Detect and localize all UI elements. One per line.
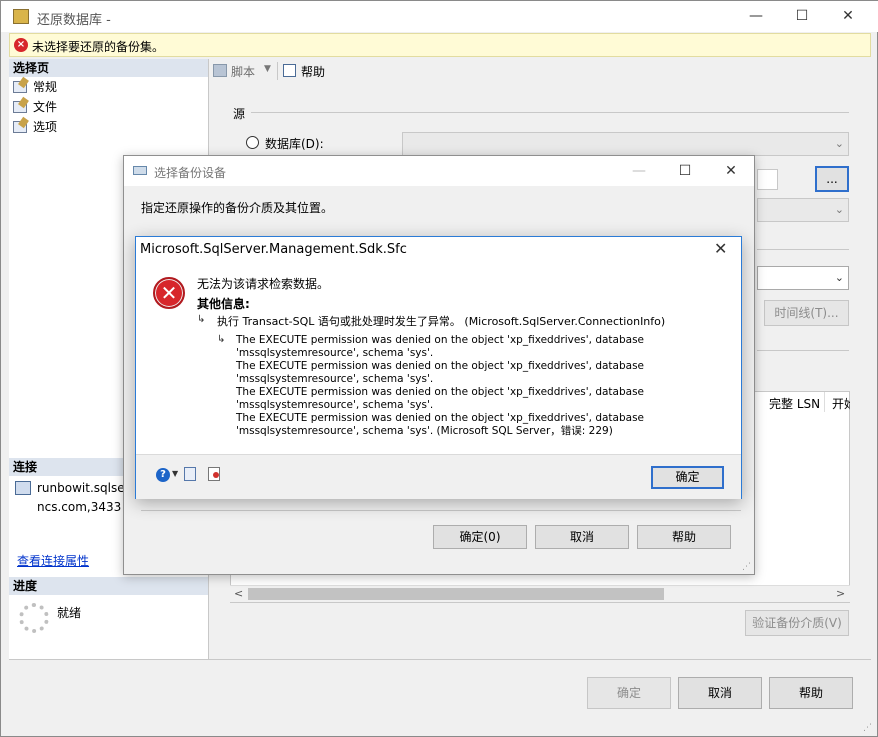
- progress-header: 进度: [9, 577, 208, 595]
- dialog-separator: [141, 510, 741, 511]
- maximize-icon[interactable]: ☐: [779, 1, 825, 32]
- scrollbar-thumb[interactable]: [248, 588, 664, 600]
- close-icon[interactable]: ✕: [714, 239, 727, 258]
- error-icon: ×: [14, 38, 28, 52]
- dialog-title: 选择备份设备: [154, 166, 227, 180]
- restore-plan-group-line: [757, 350, 849, 351]
- view-connection-properties-link[interactable]: 查看连接属性: [17, 552, 89, 569]
- error-icon: ✕: [153, 277, 185, 309]
- close-icon[interactable]: ✕: [708, 156, 754, 186]
- error-ok-button[interactable]: 确定: [651, 466, 724, 489]
- page-item-options[interactable]: 选项: [13, 117, 57, 137]
- source-group-line: [251, 112, 849, 113]
- close-icon[interactable]: ✕: [825, 1, 871, 32]
- verify-backup-media-button[interactable]: 验证备份介质(V): [745, 610, 849, 636]
- toolbar: 脚本 ▼ 帮助: [209, 59, 869, 83]
- main-ok-button[interactable]: 确定: [587, 677, 671, 709]
- maximize-icon[interactable]: ☐: [662, 156, 708, 186]
- page-item-files[interactable]: 文件: [13, 97, 57, 117]
- error-dialog: Microsoft.SqlServer.Management.Sdk.Sfc ✕…: [135, 236, 742, 499]
- page-label: 选项: [33, 120, 58, 134]
- error-detail: The EXECUTE permission was denied on the…: [236, 334, 645, 437]
- page-item-general[interactable]: 常规: [13, 77, 57, 97]
- scroll-right-icon[interactable]: >: [836, 587, 845, 600]
- page-icon: [13, 81, 27, 93]
- error-dialog-title: Microsoft.SqlServer.Management.Sdk.Sfc: [140, 242, 407, 257]
- chevron-down-icon: ⌄: [834, 137, 844, 150]
- more-info-label: 其他信息:: [197, 297, 250, 311]
- database-radio-label: 数据库(D):: [265, 137, 324, 151]
- progress-status: 就绪: [57, 606, 82, 620]
- error-dialog-footer: ? ▼ 确定: [136, 454, 741, 499]
- database-target-combo[interactable]: ⌄: [757, 198, 849, 222]
- device-field[interactable]: [757, 169, 778, 190]
- resize-grip-icon[interactable]: ⋰: [863, 723, 872, 733]
- server-icon: [15, 481, 31, 495]
- horizontal-scrollbar[interactable]: < >: [230, 585, 850, 602]
- browse-button[interactable]: ...: [815, 166, 849, 192]
- page-icon: [13, 101, 27, 113]
- grid-header-full-lsn: 完整 LSN: [769, 397, 821, 411]
- grid-column-divider: [824, 392, 825, 412]
- database-radio[interactable]: [246, 136, 259, 149]
- warning-text: 未选择要还原的备份集。: [32, 40, 165, 54]
- toolbar-help-button[interactable]: 帮助: [301, 63, 325, 80]
- grid-header-start: 开始: [832, 397, 850, 411]
- warning-bar: × 未选择要还原的备份集。: [9, 33, 871, 57]
- arrow-icon: ↳: [197, 314, 206, 325]
- toolbar-separator: [277, 62, 278, 80]
- scroll-left-icon[interactable]: <: [234, 587, 243, 600]
- timeline-button[interactable]: 时间线(T)...: [764, 300, 849, 326]
- help-book-icon: [283, 64, 296, 77]
- window-title: 还原数据库 -: [37, 13, 111, 28]
- minimize-icon[interactable]: —: [616, 156, 662, 186]
- chevron-down-icon[interactable]: ▼: [172, 469, 178, 478]
- device-ok-button[interactable]: 确定(0): [433, 525, 527, 549]
- page-label: 常规: [33, 80, 58, 94]
- resize-grip-icon[interactable]: ⋰: [742, 562, 751, 572]
- page-label: 文件: [33, 100, 58, 114]
- arrow-icon: ↳: [217, 334, 226, 345]
- technical-details-icon[interactable]: [208, 467, 220, 481]
- copy-icon[interactable]: [184, 467, 196, 481]
- restore-db-icon: [13, 9, 29, 24]
- progress-spinner-icon: [19, 603, 49, 633]
- main-help-button[interactable]: 帮助: [769, 677, 853, 709]
- minimize-icon[interactable]: —: [733, 1, 779, 32]
- connection-server: runbowit.sqlser: [37, 481, 130, 495]
- source-group-label: 源: [233, 107, 246, 121]
- error-exec-line: 执行 Transact-SQL 语句或批处理时发生了异常。 (Microsoft…: [217, 315, 666, 328]
- destination-group-line: [757, 249, 849, 250]
- database-combo[interactable]: ⌄: [402, 132, 849, 156]
- footer-separator: [9, 659, 871, 660]
- error-message: 无法为该请求检索数据。: [197, 277, 330, 291]
- main-cancel-button[interactable]: 取消: [678, 677, 762, 709]
- connection-port: ncs.com,3433 [: [37, 500, 130, 514]
- chevron-down-icon: ⌄: [834, 271, 844, 284]
- script-button[interactable]: 脚本: [231, 63, 255, 80]
- dialog-title-bar: 选择备份设备 — ☐ ✕: [124, 156, 754, 186]
- chevron-down-icon[interactable]: ▼: [264, 64, 271, 74]
- dialog-instruction: 指定还原操作的备份介质及其位置。: [141, 201, 334, 215]
- chevron-down-icon: ⌄: [834, 203, 844, 216]
- restore-to-combo[interactable]: ⌄: [757, 266, 849, 290]
- help-icon[interactable]: ?: [156, 468, 170, 482]
- script-icon: [213, 64, 227, 77]
- device-help-button[interactable]: 帮助: [637, 525, 731, 549]
- title-bar: 还原数据库 - — ☐ ✕: [1, 1, 878, 32]
- select-page-header: 选择页: [9, 59, 208, 77]
- page-icon: [13, 121, 27, 133]
- backup-device-icon: [133, 166, 147, 175]
- device-cancel-button[interactable]: 取消: [535, 525, 629, 549]
